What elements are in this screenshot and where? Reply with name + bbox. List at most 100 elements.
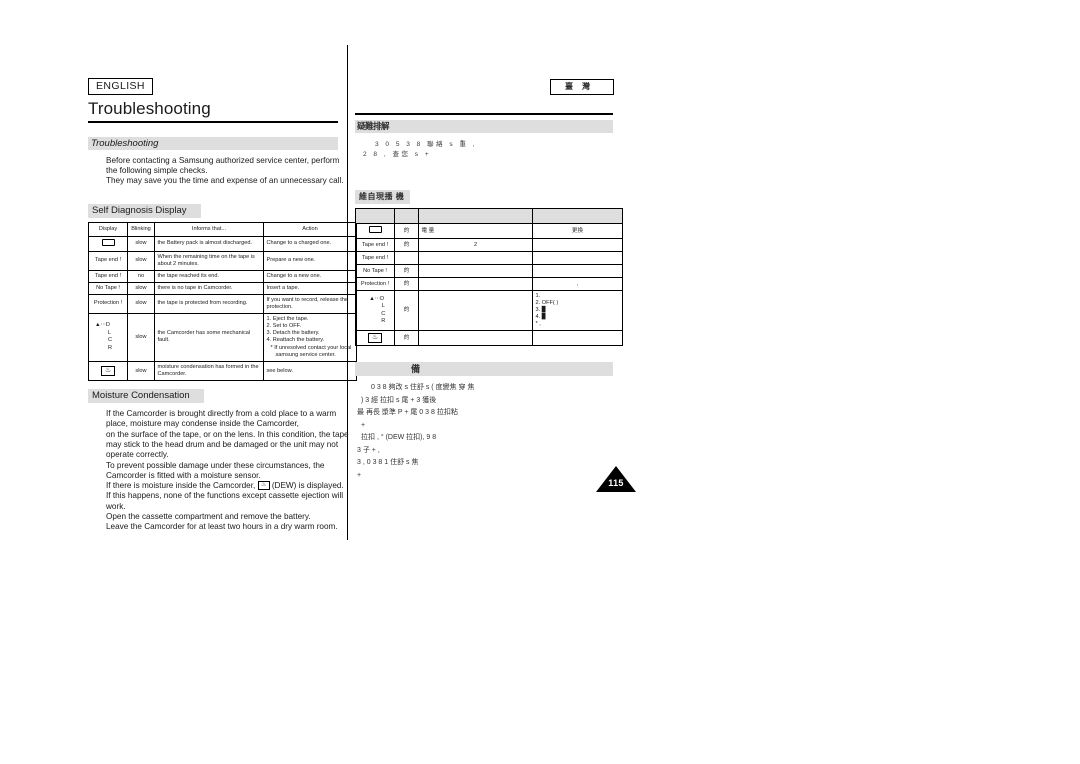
cell-display: Tape end ! (355, 238, 395, 252)
action-step-3: 3. Detach the battery. (266, 330, 320, 337)
cell-informs: the Camcorder has some mechanical fault. (154, 312, 264, 363)
table-row: ▲‧‧‧D L C R 的 1. 2. OFF( ) 3. ▉ 4. ▉ * , (355, 290, 623, 331)
cell-blinking: 的 (394, 223, 419, 239)
cell-informs: When the remaining time on the tape is a… (154, 250, 264, 271)
intro-paragraph: Before contacting a Samsung authorized s… (88, 156, 344, 187)
cell-blinking: slow (127, 281, 155, 295)
chinese-moisture-line-3: 最 再長 漿準 P + 尾 0 3 8 拉扣粘 (357, 409, 458, 416)
cell-display: Protection ! (355, 277, 395, 291)
table-row: Tape end ! no the tape reached its end. … (88, 269, 357, 283)
moisture-line-1: If the Camcorder is brought directly fro… (106, 409, 337, 419)
intro-line-3: They may save you the time and expense o… (106, 176, 344, 186)
cell-blinking: 的 (394, 277, 419, 291)
cell-blinking: slow (127, 250, 155, 271)
table-row: Tape end ! slow When the remaining time … (88, 250, 357, 271)
english-column: ENGLISH Troubleshooting Troubleshooting … (88, 76, 357, 533)
cell-action: see below. (263, 361, 357, 382)
dlcr-letter-d: D (380, 295, 385, 302)
cell-informs (418, 251, 533, 265)
cell-blinking: slow (127, 235, 155, 252)
dlcr-letter-d: D (105, 322, 110, 329)
cell-action: Insert a tape. (263, 281, 357, 295)
col-header-action (532, 208, 623, 224)
language-badge-chinese: 臺灣 (550, 79, 614, 95)
cell-action: Change to a new one. (263, 269, 357, 283)
cell-informs (418, 264, 533, 278)
moisture-line-3: on the surface of the tape, or on the le… (106, 429, 349, 439)
cell-blinking: slow (127, 361, 155, 382)
cell-action: Change to a charged one. (263, 235, 357, 252)
cell-informs: there is no tape in Camcorder. (154, 281, 264, 295)
cell-display: ♨ (88, 361, 128, 382)
moisture-line-dew: If there is moisture inside the Camcorde… (106, 481, 366, 491)
chinese-moisture-line-dew: 拉扣 , ° (DEW 拉扣), 9 8 (355, 432, 617, 445)
cell-action: 1. 2. OFF( ) 3. ▉ 4. ▉ * , (532, 290, 623, 331)
cell-action (532, 330, 623, 346)
chinese-moisture-paragraph: 0 3 8 夠改 s 住舒 s ( 度變焦 穿 焦 ) 3 經 拉扣 s 尾 +… (355, 382, 617, 482)
cell-informs (418, 330, 533, 346)
cell-display: No Tape ! (355, 264, 395, 278)
intro-line-2: the following simple checks. (106, 166, 208, 175)
action-step-4: 4. Reattach the battery. (266, 337, 325, 344)
dlcr-letter-r: R (108, 344, 113, 351)
table-header-row: Display Blinking Informs that... Action (88, 221, 357, 237)
cell-informs: the tape reached its end. (154, 269, 264, 283)
table-row: No Tape ! slow there is no tape in Camco… (88, 281, 357, 295)
cell-informs: 2 (418, 238, 533, 252)
chinese-subsection-self-diagnosis: 維自現播 機 (355, 190, 411, 204)
cell-display: Tape end ! (88, 269, 128, 283)
eject-dlcr-line: ▲‧‧‧D (95, 322, 110, 329)
cell-display: ▲‧‧‧D L C R (88, 312, 128, 363)
moisture-line-4: may stick to the head drum and be damage… (106, 439, 339, 449)
table-row: ♨ slow moisture condensation has formed … (88, 361, 357, 382)
col-header-informs (418, 208, 533, 224)
chinese-moisture-line-8: + (357, 471, 362, 479)
cell-blinking: 的 (394, 290, 419, 331)
table-row: Protection ! 的 , (355, 277, 623, 291)
chinese-moisture-line-1: 0 3 8 夠改 s 住舒 s ( 度變焦 穿 焦 (371, 384, 475, 391)
cell-action (532, 264, 623, 278)
table-row: 的 電 量 更換 (355, 223, 623, 239)
moisture-line-2: place, moisture may condense inside the … (106, 419, 299, 429)
moisture-line-10: Open the cassette compartment and remove… (106, 512, 311, 521)
col-header-display: Display (88, 221, 128, 237)
moisture-line-8: If this happens, none of the functions e… (106, 491, 344, 501)
col-header-display (355, 208, 395, 224)
cell-display (88, 235, 128, 252)
cell-blinking (394, 251, 419, 265)
dew-sentence-prefix: If there is moisture inside the Camcorde… (106, 481, 256, 491)
cell-display: ♨ (355, 330, 395, 346)
chinese-moisture-line-4: + (361, 421, 366, 429)
table-row: Protection ! slow the tape is protected … (88, 293, 357, 314)
chinese-subsection-moisture-label: 備 (411, 364, 421, 374)
cell-display: No Tape ! (88, 281, 128, 295)
chinese-intro-paragraph: 3 0 5 3 8 聯絡 s 重 , 2 8 , 查您 s + (355, 140, 613, 160)
col-header-blinking: Blinking (127, 221, 155, 237)
cell-informs: the tape is protected from recording. (154, 293, 264, 314)
chinese-moisture-line-2: ) 3 經 拉扣 s 尾 + 3 獲後 (361, 396, 437, 404)
cell-informs: 電 量 (418, 223, 533, 239)
cell-action (532, 238, 623, 252)
cell-blinking: 的 (394, 330, 419, 346)
dlcr-letter-l: L (381, 303, 385, 309)
action-step-3: 3. ▉ (535, 307, 547, 313)
chinese-subsection-moisture: 備 (355, 362, 613, 376)
table-row: slow the Battery pack is almost discharg… (88, 235, 357, 252)
dew-icon-inline: ♨ (257, 481, 270, 491)
subsection-moisture-condensation: Moisture Condensation (88, 389, 204, 404)
table-row: ♨ 的 (355, 330, 623, 346)
cell-blinking: 的 (394, 238, 419, 252)
dew-sentence-suffix: (DEW) is displayed. (271, 481, 344, 491)
battery-icon (368, 226, 382, 233)
table-row: ▲‧‧‧D L C R slow the Camcorder has some … (88, 312, 357, 363)
moisture-line-7: Camcorder is fitted with a moisture sens… (106, 470, 261, 480)
col-header-informs: Informs that... (154, 221, 264, 237)
table-row: Tape end ! (355, 251, 623, 265)
chinese-moisture-line-6: 3 子 + , (357, 446, 380, 454)
chinese-moisture-line-7: 3 , 0 3 8 1 住舒 s 焦 (357, 459, 419, 466)
dlcr-letter-c: C (108, 337, 113, 344)
action-step-2: 2. OFF( ) (535, 300, 559, 306)
moisture-line-11: Leave the Camcorder for at least two hou… (106, 522, 338, 532)
action-note-line-2: samsung service center. (275, 351, 336, 358)
table-header-row (355, 208, 623, 224)
